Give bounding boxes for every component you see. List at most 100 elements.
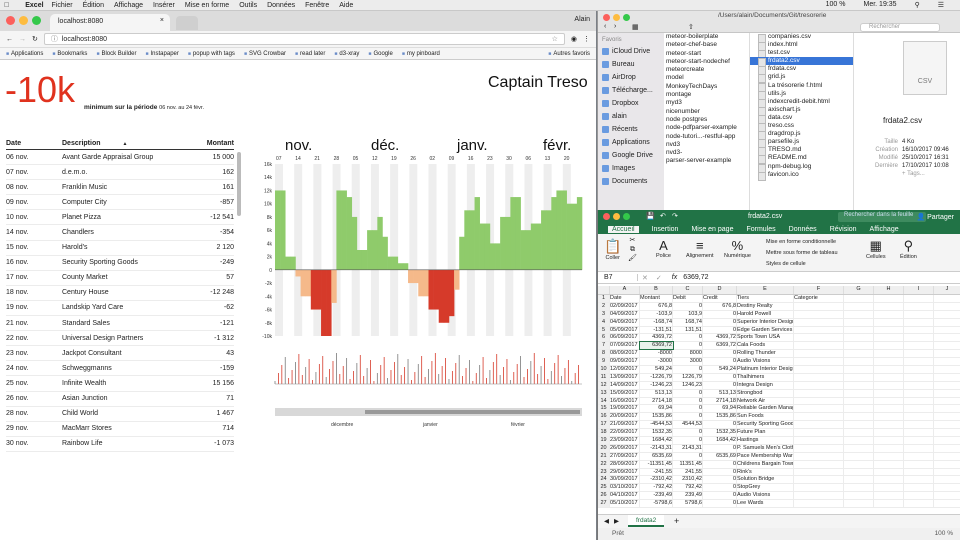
sheet-cell[interactable] (794, 444, 844, 452)
sheet-cell[interactable]: Integra Design (737, 381, 794, 389)
sidebar-item[interactable]: Bureau (602, 58, 660, 71)
sheet-cell[interactable]: 4544,53 (673, 421, 703, 429)
sheet-cell[interactable] (904, 366, 934, 373)
sheet-cell[interactable] (844, 310, 874, 318)
sheet-cell[interactable] (874, 405, 904, 413)
sheet-cell[interactable] (904, 476, 934, 484)
tab-formules[interactable]: Formules (746, 226, 775, 233)
sidebar-item[interactable]: Dropbox (602, 97, 660, 110)
sheet-cell[interactable]: 549,24 (703, 366, 737, 373)
sheet-cell[interactable]: 1684,42 (703, 437, 737, 444)
sheet-cell[interactable] (794, 334, 844, 342)
row-header[interactable]: 10 (598, 366, 610, 373)
menu-outils[interactable]: Outils (239, 2, 257, 9)
fx-icon[interactable]: fx (672, 274, 677, 281)
sheet-cell[interactable]: 05/09/2017 (610, 326, 640, 334)
sheet-cell[interactable] (844, 429, 874, 437)
sheet-cell[interactable] (874, 421, 904, 429)
sheet-cell[interactable] (844, 405, 874, 413)
sheet-cell[interactable] (874, 350, 904, 358)
column-header[interactable]: D (703, 286, 737, 294)
sheet-cell[interactable]: 6535,69 (703, 452, 737, 460)
sheet-cell[interactable] (904, 444, 934, 452)
sheet-cell[interactable] (844, 295, 874, 302)
sheet-cell[interactable]: Sports Town USA (737, 334, 794, 342)
sheet-cell[interactable] (794, 452, 844, 460)
sidebar-item[interactable]: Télécharge... (602, 84, 660, 97)
sheet-cell[interactable]: Date (610, 295, 640, 302)
sheet-cell[interactable] (874, 444, 904, 452)
sheet-cell[interactable] (794, 302, 844, 310)
column-header[interactable]: I (904, 286, 934, 294)
sheet-cell[interactable]: Debit (673, 295, 703, 302)
menu-edition[interactable]: Édition (83, 2, 104, 9)
sheet-cell[interactable] (794, 468, 844, 476)
cell-styles-button[interactable]: Styles de cellule (766, 259, 838, 270)
sheet-cell[interactable] (934, 342, 960, 349)
sheet-cell[interactable] (904, 468, 934, 476)
sheet-cell[interactable] (844, 437, 874, 444)
sheet-cell[interactable] (904, 500, 934, 508)
sheet-cell[interactable] (844, 373, 874, 381)
sheet-cell[interactable] (904, 326, 934, 334)
row-header[interactable]: 16 (598, 413, 610, 421)
menu-fichier[interactable]: Fichier (52, 2, 73, 9)
sheet-cell[interactable]: 1532,35 (703, 429, 737, 437)
new-tab-button[interactable] (176, 16, 198, 30)
table-row[interactable]: 18 nov. Century House -12 248 (6, 286, 234, 301)
sheet-cell[interactable] (874, 366, 904, 373)
sheet-cell[interactable]: StopGrey (737, 484, 794, 492)
reload-icon[interactable]: ↻ (32, 35, 38, 43)
sheet-cell[interactable]: 241,55 (673, 468, 703, 476)
table-row[interactable]: 16 nov. Security Sporting Goods -249 (6, 256, 234, 271)
url-input[interactable]: ⓘ localhost:8080 ☆ (43, 33, 565, 45)
row-header[interactable]: 18 (598, 429, 610, 437)
sheet-cell[interactable]: 14/09/2017 (610, 381, 640, 389)
sheet-cell[interactable]: Rolling Thunder (737, 350, 794, 358)
row-header[interactable]: 11 (598, 373, 610, 381)
sheet-cell[interactable]: 69,94 (640, 405, 673, 413)
bookmark-read-later[interactable]: read later (295, 51, 325, 57)
sheet-cell[interactable] (874, 334, 904, 342)
sheet-cell[interactable] (794, 318, 844, 326)
add-tags-link[interactable]: + Tags... (902, 171, 925, 179)
row-header[interactable]: 6 (598, 334, 610, 342)
sheet-cell[interactable] (844, 397, 874, 405)
table-row[interactable]: 17 nov. County Market 57 (6, 271, 234, 286)
tab-affichage[interactable]: Affichage (870, 226, 899, 233)
folder-item[interactable]: MonkeyTechDays (666, 83, 749, 91)
sheet-cell[interactable] (934, 461, 960, 468)
header-amount[interactable]: Montant (174, 140, 234, 147)
sheet-cell[interactable]: Pace Membership Warehouse (737, 452, 794, 460)
sheet-cell[interactable]: 6535,69 (640, 452, 673, 460)
table-row[interactable]: 10 nov. Planet Pizza -12 541 (6, 210, 234, 226)
row-header[interactable]: 13 (598, 389, 610, 397)
table-row[interactable]: 29 nov. MacMarr Stores 714 (6, 422, 234, 437)
sheet-cell[interactable]: 69,94 (703, 405, 737, 413)
sheet-cell[interactable] (934, 405, 960, 412)
edit-button[interactable]: ⚲ Édition (900, 238, 917, 260)
folder-item[interactable]: node-tutori...-restful-app (666, 133, 749, 141)
row-header[interactable]: 19 (598, 437, 610, 444)
sheet-cell[interactable] (874, 397, 904, 405)
sheet-cell[interactable]: 30/09/2017 (610, 476, 640, 484)
sheet-cell[interactable]: 792,42 (673, 484, 703, 492)
sheet-cell[interactable]: 0 (673, 302, 703, 310)
sheet-cell[interactable]: Audio Visions (737, 492, 794, 500)
bookmark-block-builder[interactable]: Block Builder (96, 51, 136, 57)
add-sheet-icon[interactable]: + (674, 516, 679, 526)
sheet-cell[interactable]: 0 (673, 405, 703, 413)
sheet-cell[interactable]: 0 (703, 500, 737, 508)
table-row[interactable]: 30 nov. Rainbow Life -1 073 (6, 437, 234, 452)
file-item[interactable]: frdata2.csv (750, 57, 853, 68)
row-header[interactable]: 21 (598, 452, 610, 460)
row-header[interactable]: 27 (598, 500, 610, 508)
share-icon[interactable]: ⇧ (688, 23, 694, 31)
sheet-cell[interactable]: -3000 (640, 358, 673, 366)
sidebar-item[interactable]: AirDrop (602, 71, 660, 84)
sheet-cell[interactable] (934, 476, 960, 483)
sheet-cell[interactable]: 676,8 (640, 302, 673, 310)
excel-close-icon[interactable] (603, 213, 610, 220)
copy-icon[interactable]: ⧉ (628, 245, 637, 254)
sheet-cell[interactable]: 8000 (673, 350, 703, 358)
